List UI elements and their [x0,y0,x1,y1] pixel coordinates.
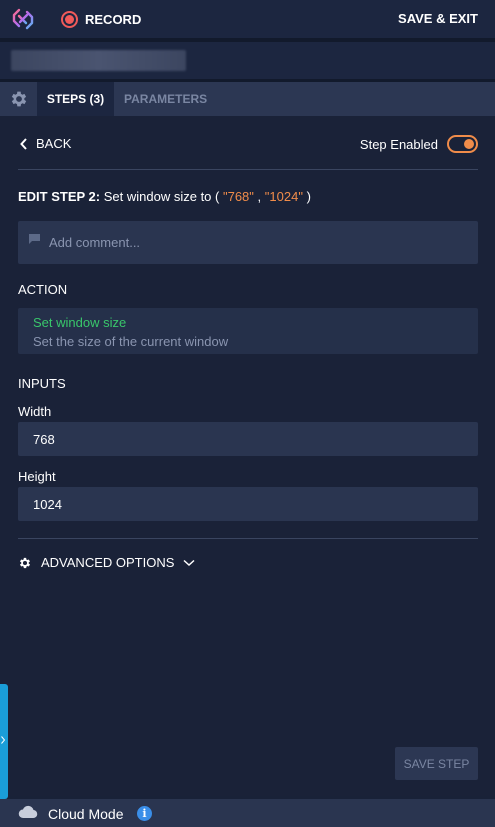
width-input[interactable]: 768 [18,422,478,456]
chevron-left-icon [20,137,27,150]
edit-step-prefix: EDIT STEP 2: [18,189,101,204]
gear-icon [19,557,31,568]
comment-field[interactable]: Add comment... [18,221,478,264]
record-icon [61,10,78,28]
divider [18,538,478,539]
step-enabled-label: Step Enabled [359,137,438,152]
footer-bar: Cloud Mode i [0,799,495,827]
chevron-right-icon [1,736,5,744]
toggle-knob [464,139,474,149]
app-logo-icon[interactable] [11,7,35,31]
side-panel-handle[interactable] [0,684,8,799]
save-exit-button[interactable]: SAVE & EXIT [398,11,478,26]
back-label: BACK [36,136,72,151]
advanced-options-toggle[interactable]: ADVANCED OPTIONS [18,555,195,570]
comment-icon [29,234,40,244]
test-name-redacted[interactable] [11,50,186,71]
tab-settings[interactable] [0,82,37,116]
step-arg-separator: , [257,189,262,204]
step-arg-width: "768" [222,189,254,204]
tab-steps[interactable]: STEPS (3) [37,82,114,116]
step-enabled-toggle[interactable] [447,135,478,153]
record-label: RECORD [85,11,142,27]
action-description: Set the size of the current window [33,334,229,349]
step-editor-panel: BACK Step Enabled EDIT STEP 2: Set windo… [0,116,495,796]
step-arg-height: "1024" [264,189,303,204]
test-name-bar [0,42,495,79]
divider [18,169,478,170]
advanced-options-label: ADVANCED OPTIONS [41,555,175,570]
action-section-label: ACTION [18,282,68,297]
edit-step-text: Set window size to ( [103,189,220,204]
width-label: Width [18,404,52,419]
top-bar: RECORD SAVE & EXIT [0,0,495,38]
comment-placeholder: Add comment... [49,235,141,250]
back-button[interactable]: BACK [20,136,71,151]
edit-step-close: ) [306,189,311,204]
info-icon[interactable]: i [137,806,152,821]
action-selector[interactable]: Set window size Set the size of the curr… [18,308,478,354]
cloud-icon [18,805,38,819]
tab-parameters[interactable]: PARAMETERS [124,82,207,116]
inputs-section-label: INPUTS [18,376,66,391]
gear-icon [11,91,26,107]
tab-bar: STEPS (3) PARAMETERS [0,82,495,116]
cloud-mode-label: Cloud Mode [48,806,124,822]
edit-step-title: EDIT STEP 2: Set window size to ( "768" … [18,189,311,204]
height-input[interactable]: 1024 [18,487,478,521]
action-name: Set window size [33,315,127,330]
save-step-button[interactable]: SAVE STEP [395,747,478,780]
record-button[interactable]: RECORD [61,9,141,29]
chevron-down-icon [183,559,195,566]
height-label: Height [18,469,56,484]
